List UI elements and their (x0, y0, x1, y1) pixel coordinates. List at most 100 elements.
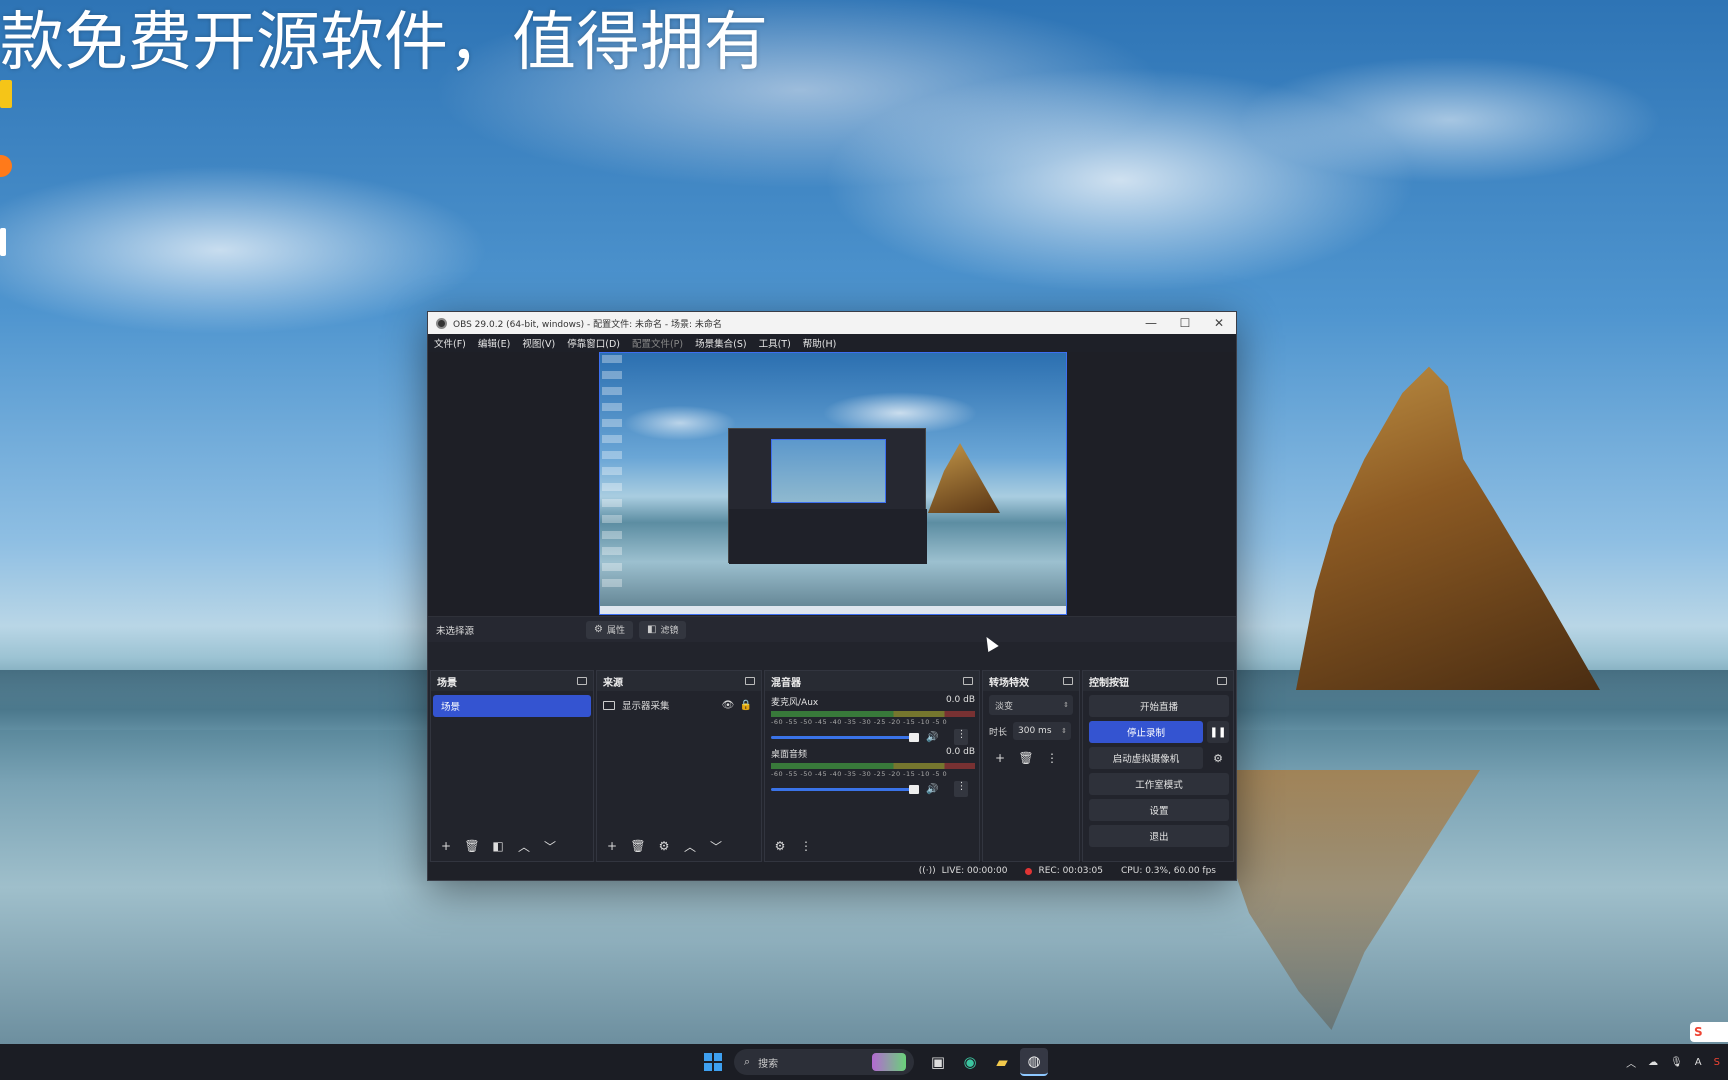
system-tray: ︿ ☁ 🎙 A S (1614, 1044, 1728, 1080)
studio-mode-button[interactable]: 工作室模式 (1089, 773, 1229, 795)
speaker-icon[interactable]: 🔊 (926, 732, 938, 743)
program-preview[interactable] (599, 352, 1067, 615)
obs-window: OBS 29.0.2 (64-bit, windows) - 配置文件: 未命名… (427, 311, 1237, 881)
mixer-channel-desktop: 桌面音频 0.0 dB -60 -55 -50 -45 -40 -35 -30 … (771, 747, 975, 797)
menu-edit[interactable]: 编辑(E) (478, 336, 510, 350)
undock-icon[interactable] (1063, 677, 1073, 685)
undock-icon[interactable] (577, 677, 587, 685)
source-item-display-capture[interactable]: 显示器采集 👁 🔒 (603, 697, 753, 713)
stop-recording-button[interactable]: 停止录制 (1089, 721, 1203, 743)
pause-recording-button[interactable]: ❚❚ (1207, 721, 1229, 743)
volume-slider[interactable] (771, 784, 919, 794)
desktop-icon-3[interactable] (0, 228, 6, 256)
channel-db: 0.0 dB (945, 747, 975, 757)
trash-icon[interactable]: 🗑 (1017, 749, 1035, 767)
start-streaming-button[interactable]: 开始直播 (1089, 695, 1229, 717)
chevron-down-icon[interactable]: ﹀ (541, 837, 559, 855)
menu-view[interactable]: 视图(V) (522, 336, 555, 350)
rec-status: REC: 00:03:05 (1025, 866, 1103, 876)
filter-icon[interactable]: ◧ (489, 837, 507, 855)
maximize-button[interactable]: ☐ (1168, 316, 1202, 330)
menu-profile[interactable]: 配置文件(P) (632, 336, 683, 350)
ime-icon[interactable]: S (1714, 1057, 1720, 1068)
settings-button[interactable]: 设置 (1089, 799, 1229, 821)
window-title: OBS 29.0.2 (64-bit, windows) - 配置文件: 未命名… (453, 319, 722, 330)
trash-icon[interactable]: 🗑 (629, 837, 647, 855)
eye-icon[interactable]: 👁 (721, 700, 735, 711)
chevron-up-icon[interactable]: ︿ (1626, 1055, 1636, 1070)
taskbar: ⌕ 搜索 ▣ ◉ ▰ ◍ ︿ ☁ 🎙 A S (0, 1044, 1728, 1080)
close-button[interactable]: ✕ (1202, 316, 1236, 330)
chevron-up-icon[interactable]: ︿ (515, 837, 533, 855)
duration-label: 时长 (989, 727, 1008, 738)
source-toolbar: 未选择源 ⚙ 属性 ◧ 滤镜 (428, 616, 1236, 642)
add-icon[interactable]: + (603, 837, 621, 855)
duration-value: 300 ms (1018, 726, 1052, 736)
menu-bar: 文件(F) 编辑(E) 视图(V) 停靠窗口(D) 配置文件(P) 场景集合(S… (428, 334, 1236, 352)
desktop-icon-1[interactable] (0, 80, 12, 108)
no-source-selected-label: 未选择源 (436, 625, 475, 637)
undock-icon[interactable] (963, 677, 973, 685)
exit-button[interactable]: 退出 (1089, 825, 1229, 847)
meter-ticks: -60 -55 -50 -45 -40 -35 -30 -25 -20 -15 … (771, 718, 948, 726)
menu-tools[interactable]: 工具(T) (759, 336, 791, 350)
properties-button[interactable]: ⚙ 属性 (586, 620, 633, 639)
mixer-channel-mic: 麦克风/Aux 0.0 dB -60 -55 -50 -45 -40 -35 -… (771, 695, 975, 745)
virtual-camera-settings-gear-icon[interactable]: ⚙ (1207, 747, 1229, 769)
obs-titlebar[interactable]: OBS 29.0.2 (64-bit, windows) - 配置文件: 未命名… (428, 312, 1236, 334)
pause-icon: ❚❚ (1209, 726, 1227, 738)
sources-dock: 来源 显示器采集 👁 🔒 + 🗑 ⚙ ︿ ﹀ (596, 670, 762, 862)
transitions-dock-header: 转场特效 (983, 671, 1079, 691)
preview-taskbar (600, 606, 1066, 614)
search-icon: ⌕ (744, 1055, 751, 1068)
edge-browser-icon[interactable]: ◉ (956, 1048, 984, 1076)
windows-start-icon[interactable] (704, 1053, 722, 1071)
kebab-menu-icon[interactable]: ⋮ (954, 781, 969, 797)
kebab-menu-icon[interactable]: ⋮ (1043, 749, 1061, 767)
transition-select[interactable]: 淡变 ⇕ (989, 695, 1073, 715)
channel-db: 0.0 dB (945, 695, 975, 705)
kebab-menu-icon[interactable]: ⋮ (797, 837, 815, 855)
lock-icon[interactable]: 🔒 (739, 700, 753, 711)
microphone-icon[interactable]: 🎙 (1670, 1057, 1683, 1068)
obs-taskbar-icon[interactable]: ◍ (1020, 1048, 1048, 1076)
video-overlay-title: 款免费开源软件，值得拥有 (0, 6, 768, 80)
scenes-toolbar: + 🗑 ◧ ︿ ﹀ (437, 837, 567, 855)
kebab-menu-icon[interactable]: ⋮ (954, 729, 969, 745)
volume-slider[interactable] (771, 732, 919, 742)
menu-docks[interactable]: 停靠窗口(D) (567, 336, 620, 350)
menu-file[interactable]: 文件(F) (434, 336, 466, 350)
minimize-button[interactable]: — (1134, 316, 1168, 330)
scene-item[interactable]: 场景 (433, 695, 591, 717)
chevron-up-icon[interactable]: ︿ (681, 837, 699, 855)
chevron-down-icon[interactable]: ﹀ (707, 837, 725, 855)
channel-name: 桌面音频 (771, 750, 808, 760)
input-language[interactable]: A (1695, 1057, 1702, 1068)
undock-icon[interactable] (745, 677, 755, 685)
sources-dock-header: 来源 (597, 671, 761, 691)
file-explorer-icon[interactable]: ▰ (988, 1048, 1016, 1076)
speaker-icon[interactable]: 🔊 (926, 784, 938, 795)
add-icon[interactable]: + (437, 837, 455, 855)
controls-dock-header: 控制按钮 (1083, 671, 1233, 691)
duration-input[interactable]: 300 ms ⇕ (1013, 722, 1072, 740)
cloud-icon[interactable]: ☁ (1648, 1057, 1658, 1068)
scenes-dock: 场景 场景 + 🗑 ◧ ︿ ﹀ (430, 670, 594, 862)
undock-icon[interactable] (1217, 677, 1227, 685)
advanced-audio-gear-icon[interactable]: ⚙ (771, 837, 789, 855)
add-icon[interactable]: + (991, 749, 1009, 767)
task-view-icon[interactable]: ▣ (924, 1048, 952, 1076)
sources-toolbar: + 🗑 ⚙ ︿ ﹀ (603, 837, 733, 855)
trash-icon[interactable]: 🗑 (463, 837, 481, 855)
volume-slider-thumb[interactable] (909, 784, 919, 794)
menu-scene-collection[interactable]: 场景集合(S) (695, 336, 746, 350)
volume-slider-thumb[interactable] (909, 732, 919, 742)
menu-help[interactable]: 帮助(H) (803, 336, 837, 350)
spin-arrows-icon[interactable]: ⇕ (1061, 727, 1067, 735)
gear-icon[interactable]: ⚙ (655, 837, 673, 855)
taskbar-search[interactable]: ⌕ 搜索 (734, 1049, 914, 1075)
start-virtual-camera-button[interactable]: 启动虚拟摄像机 (1089, 747, 1203, 769)
filters-button[interactable]: ◧ 滤镜 (638, 620, 687, 639)
sogou-ime-icon[interactable]: S (1690, 1022, 1728, 1042)
transitions-title: 转场特效 (989, 677, 1029, 689)
